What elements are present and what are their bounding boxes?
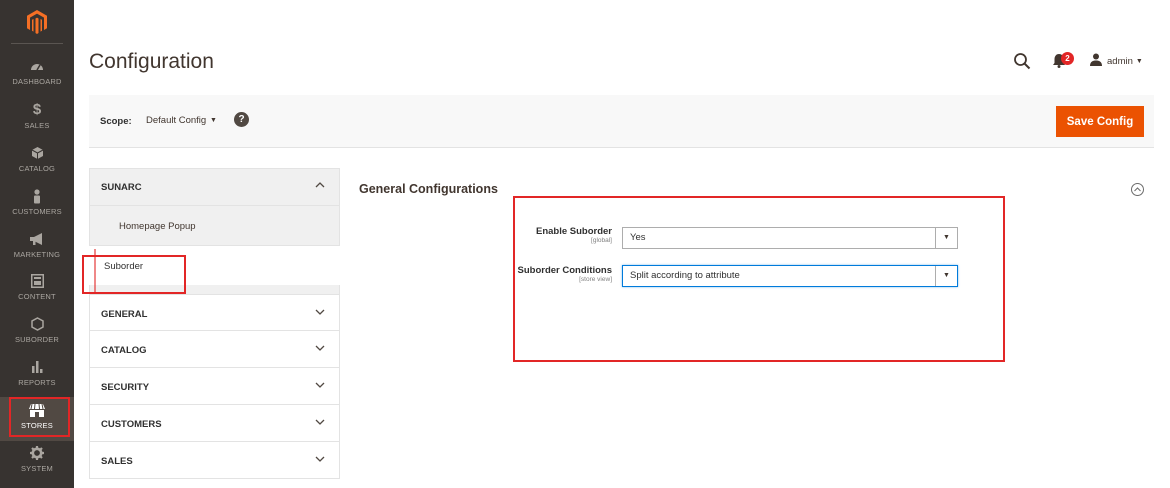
- hexagon-icon: [30, 315, 44, 333]
- collapse-toggle-icon[interactable]: [1131, 183, 1144, 196]
- tab-group-title: CUSTOMERS: [101, 419, 162, 430]
- sidebar-item-content[interactable]: CONTENT: [0, 268, 74, 312]
- person-icon: [32, 187, 42, 205]
- sidebar-item-label: CATALOG: [18, 164, 56, 173]
- scope-bar: Scope: Default Config ▼ ? Save Config: [89, 95, 1154, 148]
- tab-group-sunarc[interactable]: SUNARC: [89, 168, 340, 205]
- tab-group-catalog[interactable]: CATALOG: [89, 331, 340, 368]
- chevron-down-icon: ▼: [1135, 57, 1143, 65]
- chevron-down-icon: [315, 343, 325, 354]
- scope-label: Scope:: [100, 116, 132, 127]
- sidebar-item-label: SALES: [24, 121, 50, 130]
- fields-highlight-annotation: [513, 196, 1005, 362]
- chevron-down-icon: [315, 454, 325, 465]
- sidebar-item-marketing[interactable]: MARKETING: [0, 226, 74, 270]
- tab-group-security[interactable]: SECURITY: [89, 368, 340, 405]
- sidebar-item-label: MARKETING: [13, 250, 61, 259]
- sidebar-item-label: CONTENT: [18, 292, 56, 301]
- dashboard-gauge-icon: [30, 57, 44, 75]
- sidebar-item-label: SUBORDER: [14, 335, 60, 344]
- chevron-down-icon[interactable]: ▼: [210, 117, 217, 124]
- logo-divider: [11, 43, 63, 44]
- chevron-down-icon: [315, 380, 325, 391]
- section-title[interactable]: General Configurations: [359, 182, 498, 196]
- dollar-icon: $: [32, 101, 42, 118]
- content-layout-icon: [30, 272, 44, 290]
- tab-group-sales[interactable]: SALES: [89, 442, 340, 479]
- bar-chart-icon: [31, 358, 44, 376]
- page-title: Configuration: [89, 50, 214, 73]
- tab-group-title: SUNARC: [101, 182, 142, 193]
- scope-switcher[interactable]: Default Config: [146, 115, 206, 126]
- sidebar-item-label: CUSTOMERS: [12, 207, 62, 216]
- chevron-down-icon: [315, 307, 325, 318]
- search-icon[interactable]: [1013, 52, 1031, 70]
- stores-highlight-annotation: [9, 397, 70, 437]
- sidebar-item-sales[interactable]: $ SALES: [0, 97, 74, 141]
- admin-user-menu[interactable]: admin ▼: [1090, 53, 1143, 69]
- magento-logo-icon[interactable]: [0, 0, 74, 44]
- sidebar-item-dashboard[interactable]: DASHBOARD: [0, 53, 74, 97]
- chevron-up-icon: [315, 180, 325, 191]
- tab-label: Homepage Popup: [119, 221, 196, 232]
- megaphone-icon: [29, 230, 45, 248]
- tab-group-general[interactable]: GENERAL: [89, 294, 340, 331]
- suborder-highlight-annotation: [82, 255, 186, 294]
- tab-group-title: CATALOG: [101, 345, 147, 356]
- sidebar-item-suborder[interactable]: SUBORDER: [0, 311, 74, 355]
- user-name: admin: [1107, 55, 1133, 67]
- config-tabs: SUNARC Homepage Popup Suborder GENERAL C…: [89, 168, 340, 479]
- sidebar-item-label: DASHBOARD: [12, 77, 62, 86]
- save-config-button[interactable]: Save Config: [1056, 106, 1144, 137]
- sidebar-item-reports[interactable]: REPORTS: [0, 354, 74, 398]
- tab-group-title: SECURITY: [101, 382, 150, 393]
- sidebar-item-customers[interactable]: CUSTOMERS: [0, 183, 74, 227]
- sidebar-item-label: SYSTEM: [20, 464, 54, 473]
- gear-icon: [30, 444, 44, 462]
- tab-homepage-popup[interactable]: Homepage Popup: [89, 205, 340, 245]
- tab-group-title: SALES: [101, 456, 133, 467]
- cube-icon: [31, 144, 44, 162]
- tab-group-title: GENERAL: [101, 309, 148, 320]
- help-icon[interactable]: ?: [234, 112, 249, 127]
- user-icon: [1090, 53, 1102, 69]
- sidebar-item-catalog[interactable]: CATALOG: [0, 140, 74, 184]
- sidebar-item-label: REPORTS: [18, 378, 56, 387]
- sidebar-item-system[interactable]: SYSTEM: [0, 440, 74, 484]
- tab-group-customers[interactable]: CUSTOMERS: [89, 405, 340, 442]
- chevron-down-icon: [315, 417, 325, 428]
- notifications-count-badge[interactable]: 2: [1061, 52, 1074, 65]
